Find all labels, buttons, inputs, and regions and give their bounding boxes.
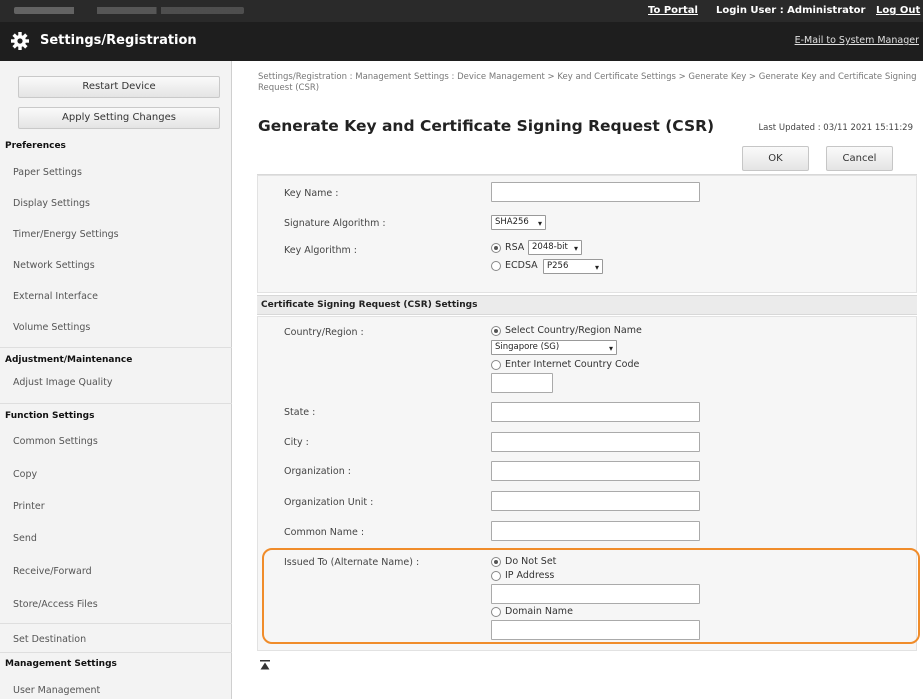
enter-country-code-label: Enter Internet Country Code bbox=[505, 359, 640, 370]
sidebar-divider bbox=[0, 623, 232, 624]
rsa-bits-select[interactable]: 2048-bit ▾ bbox=[528, 240, 582, 255]
sidebar-divider bbox=[0, 403, 232, 404]
city-input[interactable] bbox=[491, 432, 700, 452]
page-title: Generate Key and Certificate Signing Req… bbox=[258, 117, 715, 135]
domain-name-radio[interactable] bbox=[491, 607, 501, 617]
title-bar: Settings/Registration E-Mail to System M… bbox=[0, 22, 923, 61]
sidebar-heading-adjustment: Adjustment/Maintenance bbox=[5, 355, 133, 365]
state-input[interactable] bbox=[491, 402, 700, 422]
sidebar-item-send[interactable]: Send bbox=[13, 533, 37, 544]
sidebar: Restart Device Apply Setting Changes Pre… bbox=[0, 61, 232, 699]
apply-setting-changes-button[interactable]: Apply Setting Changes bbox=[18, 107, 220, 129]
signature-algorithm-value: SHA256 bbox=[495, 217, 529, 227]
state-label: State : bbox=[284, 407, 316, 418]
select-country-label: Select Country/Region Name bbox=[505, 325, 642, 336]
ip-address-label: IP Address bbox=[505, 570, 555, 581]
signature-algorithm-select[interactable]: SHA256 ▾ bbox=[491, 215, 546, 230]
ip-address-input[interactable] bbox=[491, 584, 700, 604]
sidebar-item-network-settings[interactable]: Network Settings bbox=[13, 260, 95, 271]
sidebar-divider bbox=[0, 652, 232, 653]
sidebar-item-volume-settings[interactable]: Volume Settings bbox=[13, 322, 90, 333]
rsa-radio[interactable] bbox=[491, 243, 501, 253]
select-country-radio[interactable] bbox=[491, 326, 501, 336]
organization-label: Organization : bbox=[284, 466, 351, 477]
domain-name-label: Domain Name bbox=[505, 606, 573, 617]
ip-address-radio[interactable] bbox=[491, 571, 501, 581]
sidebar-heading-preferences: Preferences bbox=[5, 141, 66, 151]
sidebar-item-printer[interactable]: Printer bbox=[13, 501, 45, 512]
back-to-top-icon[interactable] bbox=[260, 660, 270, 670]
sidebar-item-copy[interactable]: Copy bbox=[13, 469, 37, 480]
sidebar-item-user-management[interactable]: User Management bbox=[13, 685, 100, 696]
gear-icon bbox=[11, 32, 29, 50]
do-not-set-radio[interactable] bbox=[491, 557, 501, 567]
chevron-down-icon: ▾ bbox=[573, 244, 578, 253]
organization-unit-input[interactable] bbox=[491, 491, 700, 511]
sidebar-divider bbox=[0, 347, 232, 348]
rsa-label: RSA bbox=[505, 242, 525, 253]
sidebar-heading-function-settings: Function Settings bbox=[5, 411, 95, 421]
main-content: Settings/Registration : Management Setti… bbox=[232, 61, 923, 699]
signature-algorithm-label: Signature Algorithm : bbox=[284, 218, 386, 229]
enter-country-code-radio[interactable] bbox=[491, 360, 501, 370]
ecdsa-curve-select[interactable]: P256 ▾ bbox=[543, 259, 603, 274]
country-code-input[interactable] bbox=[491, 373, 553, 393]
last-updated-text: Last Updated : 03/11 2021 15:11:29 bbox=[758, 123, 913, 133]
sidebar-item-display-settings[interactable]: Display Settings bbox=[13, 198, 90, 209]
sidebar-item-external-interface[interactable]: External Interface bbox=[13, 291, 98, 302]
cancel-button[interactable]: Cancel bbox=[826, 146, 893, 171]
key-name-label: Key Name : bbox=[284, 188, 339, 199]
issued-to-label: Issued To (Alternate Name) : bbox=[284, 557, 420, 568]
device-name-redacted bbox=[14, 7, 244, 14]
sidebar-heading-management-settings: Management Settings bbox=[5, 659, 117, 669]
organization-input[interactable] bbox=[491, 461, 700, 481]
csr-section-header: Certificate Signing Request (CSR) Settin… bbox=[257, 295, 917, 315]
top-bar: To Portal Login User : Administrator Log… bbox=[0, 0, 923, 22]
organization-unit-label: Organization Unit : bbox=[284, 497, 374, 508]
rsa-bits-value: 2048-bit bbox=[532, 242, 568, 252]
chevron-down-icon: ▾ bbox=[608, 344, 613, 353]
restart-device-button[interactable]: Restart Device bbox=[18, 76, 220, 98]
country-value: Singapore (SG) bbox=[495, 342, 560, 352]
ecdsa-label: ECDSA bbox=[505, 260, 538, 271]
chevron-down-icon: ▾ bbox=[594, 263, 599, 272]
ok-button[interactable]: OK bbox=[742, 146, 809, 171]
sidebar-item-set-destination[interactable]: Set Destination bbox=[13, 634, 86, 645]
ecdsa-curve-value: P256 bbox=[547, 261, 569, 271]
logout-link[interactable]: Log Out bbox=[876, 5, 920, 16]
sidebar-item-store-access-files[interactable]: Store/Access Files bbox=[13, 599, 98, 610]
sidebar-item-adjust-image-quality[interactable]: Adjust Image Quality bbox=[13, 377, 112, 388]
sidebar-item-receive-forward[interactable]: Receive/Forward bbox=[13, 566, 92, 577]
country-select[interactable]: Singapore (SG) ▾ bbox=[491, 340, 617, 355]
common-name-label: Common Name : bbox=[284, 527, 365, 538]
country-region-label: Country/Region : bbox=[284, 327, 364, 338]
sidebar-item-paper-settings[interactable]: Paper Settings bbox=[13, 167, 82, 178]
domain-name-input[interactable] bbox=[491, 620, 700, 640]
common-name-input[interactable] bbox=[491, 521, 700, 541]
email-system-manager-link[interactable]: E-Mail to System Manager bbox=[795, 35, 919, 46]
sidebar-item-common-settings[interactable]: Common Settings bbox=[13, 436, 98, 447]
ecdsa-radio[interactable] bbox=[491, 261, 501, 271]
chevron-down-icon: ▾ bbox=[537, 219, 542, 228]
app-title: Settings/Registration bbox=[40, 33, 197, 48]
login-user-text: Login User : Administrator bbox=[716, 5, 866, 16]
breadcrumb: Settings/Registration : Management Setti… bbox=[258, 72, 917, 93]
key-name-input[interactable] bbox=[491, 182, 700, 202]
to-portal-link[interactable]: To Portal bbox=[648, 5, 698, 16]
do-not-set-label: Do Not Set bbox=[505, 556, 557, 567]
key-algorithm-label: Key Algorithm : bbox=[284, 245, 357, 256]
sidebar-item-timer-energy-settings[interactable]: Timer/Energy Settings bbox=[13, 229, 119, 240]
city-label: City : bbox=[284, 437, 309, 448]
